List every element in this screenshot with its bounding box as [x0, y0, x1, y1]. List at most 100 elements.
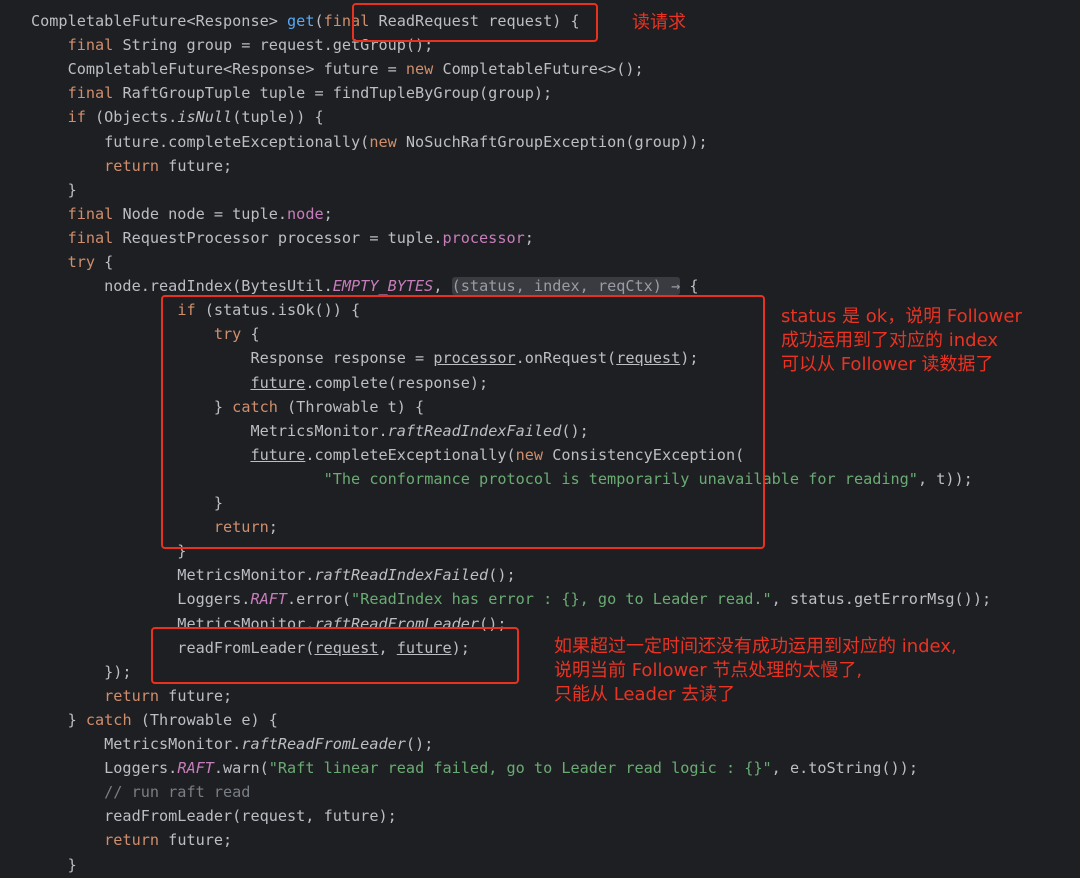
code-token: });	[31, 662, 132, 681]
code-token: return	[104, 156, 160, 175]
annotation-leader-fallback-line3: 只能从 Leader 去读了	[554, 684, 736, 705]
code-line[interactable]: final Node node = tuple.node;	[31, 202, 333, 226]
code-token: {	[680, 277, 699, 296]
code-token: }	[31, 710, 86, 729]
code-editor[interactable]: CompletableFuture<Response> get( final Re…	[0, 0, 1080, 878]
code-token: catch	[85, 710, 132, 729]
code-token: (	[314, 12, 324, 30]
code-token: (tuple)) {	[232, 108, 324, 127]
code-line[interactable]: }	[31, 178, 77, 202]
code-token: RAFT	[250, 590, 288, 609]
code-token: final	[67, 84, 114, 103]
code-token: if	[67, 108, 86, 127]
code-token: node	[287, 204, 324, 223]
code-token: new	[405, 60, 434, 79]
code-token: }	[31, 855, 77, 874]
code-token: processor	[442, 228, 525, 247]
code-token: // run raft read	[104, 783, 251, 802]
code-token: RaftGroupTuple tuple = findTupleByGroup(…	[113, 84, 553, 103]
code-token: future.completeExceptionally(	[31, 132, 370, 151]
code-line[interactable]: }	[31, 853, 77, 877]
code-token: node.readIndex(BytesUtil.	[31, 277, 333, 296]
code-token: future;	[159, 831, 233, 850]
code-line[interactable]: try {	[31, 250, 114, 274]
code-token: MetricsMonitor.	[31, 735, 242, 753]
annotation-follower-ok-line3: 可以从 Follower 读数据了	[781, 354, 994, 375]
code-line[interactable]: return future;	[31, 828, 232, 852]
annotation-read-request: 读请求	[632, 12, 686, 33]
code-token: (status, index, reqCtx) →	[451, 277, 681, 296]
code-token: EMPTY_BYTES	[332, 277, 434, 296]
code-token: isNull	[177, 108, 233, 127]
code-token: final	[67, 204, 114, 223]
code-token: get	[287, 12, 315, 30]
code-line[interactable]: } catch (Throwable e) {	[31, 708, 278, 732]
code-token: ;	[323, 204, 333, 223]
code-token: Loggers.	[31, 590, 251, 609]
annotation-leader-fallback-line2: 说明当前 Follower 节点处理的太慢了,	[554, 660, 863, 681]
code-line[interactable]: // run raft read	[31, 780, 250, 804]
code-token: NoSuchRaftGroupException(group));	[396, 132, 708, 151]
code-token: , status.getErrorMsg());	[771, 590, 992, 609]
code-token: , t));	[917, 469, 973, 488]
code-line[interactable]: CompletableFuture<Response> future = new…	[31, 57, 644, 81]
code-line[interactable]: MetricsMonitor.raftReadFromLeader();	[31, 732, 433, 756]
code-line[interactable]: readFromLeader(request, future);	[31, 804, 397, 828]
code-token: ();	[488, 566, 516, 585]
code-token: raftReadFromLeader	[241, 735, 406, 753]
highlight-box-leader-read	[151, 627, 519, 684]
code-line[interactable]: MetricsMonitor.raftReadIndexFailed();	[31, 563, 516, 587]
code-token: }	[31, 180, 77, 199]
code-token: (Objects.	[85, 108, 178, 127]
code-token: raftReadIndexFailed	[314, 566, 489, 585]
code-token: .warn(	[213, 759, 269, 778]
code-token: MetricsMonitor.	[31, 566, 315, 585]
code-token: ;	[524, 228, 534, 247]
code-line[interactable]: });	[31, 660, 132, 684]
annotation-follower-ok-line1: status 是 ok，说明 Follower	[781, 306, 1022, 327]
code-token: "Raft linear read failed, go to Leader r…	[268, 759, 772, 778]
code-token: final	[67, 36, 114, 55]
code-line[interactable]: Loggers.RAFT.warn("Raft linear read fail…	[31, 756, 918, 780]
code-token: return	[104, 686, 160, 705]
code-token: new	[369, 132, 397, 151]
code-token: , e.toString());	[771, 759, 918, 778]
code-token: RequestProcessor processor = tuple.	[113, 228, 443, 247]
code-token: future;	[159, 156, 233, 175]
code-line[interactable]: Loggers.RAFT.error("ReadIndex has error …	[31, 587, 991, 611]
annotation-leader-fallback-line1: 如果超过一定时间还没有成功运用到对应的 index,	[554, 636, 957, 657]
code-line[interactable]: final RequestProcessor processor = tuple…	[31, 226, 534, 250]
code-line[interactable]: final RaftGroupTuple tuple = findTupleBy…	[31, 81, 553, 105]
code-token: Loggers.	[31, 759, 178, 778]
code-line[interactable]: if (Objects.isNull(tuple)) {	[31, 105, 324, 129]
code-token: try	[67, 253, 96, 271]
code-token: ();	[405, 735, 434, 753]
code-token: Node node = tuple.	[113, 204, 288, 223]
code-token: CompletableFuture<>();	[433, 60, 644, 79]
code-token: {	[95, 253, 114, 271]
code-token: future;	[159, 686, 233, 705]
code-token: CompletableFuture<Response>	[31, 12, 288, 30]
code-line[interactable]: return future;	[31, 684, 232, 708]
code-token: final	[67, 228, 114, 247]
highlight-box-follower-read	[161, 295, 765, 549]
code-token: return	[104, 831, 160, 850]
code-token: ,	[433, 277, 452, 296]
annotation-follower-ok-line2: 成功运用到了对应的 index	[781, 330, 998, 351]
highlight-box-read-request	[352, 3, 598, 42]
code-token: (Throwable e) {	[131, 710, 278, 729]
code-line[interactable]: future.completeExceptionally(new NoSuchR…	[31, 130, 708, 154]
code-line[interactable]: return future;	[31, 154, 232, 178]
code-token: .error(	[287, 590, 352, 609]
